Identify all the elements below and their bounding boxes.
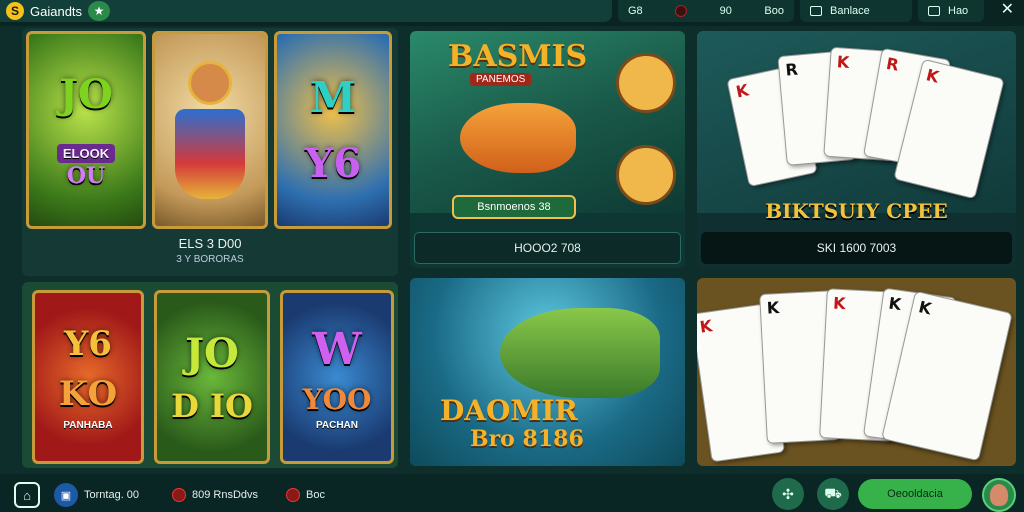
genie-body-icon — [175, 109, 245, 199]
fish-top-bar[interactable]: HOOO2 708 — [414, 232, 681, 264]
slots-top-caption: ELS 3 D00 — [178, 236, 242, 251]
item-2[interactable]: 809 RnsDdvs — [172, 488, 258, 502]
tile-sub: YOO — [302, 382, 372, 416]
fish-play-button[interactable]: Bsnmoenos 38 — [452, 195, 576, 219]
cards-top-title: BIKTSUIY CPEE — [765, 199, 948, 223]
item-3[interactable]: Boc — [286, 488, 325, 502]
settings-icon[interactable]: ✣ — [772, 478, 804, 510]
tile-label: PANHABA — [63, 419, 113, 431]
close-icon[interactable]: ✕ — [1001, 0, 1014, 20]
tile-title: JO — [59, 71, 113, 118]
ball-icon — [616, 53, 676, 113]
item-2-label: 809 RnsDdvs — [192, 489, 259, 501]
badge-icon — [286, 488, 300, 502]
home-label: Hao — [948, 5, 969, 17]
fish-game-bottom[interactable]: DAOMIR Bro 8186 — [410, 278, 685, 466]
cards-game-bottom[interactable]: K K K K K — [697, 278, 1016, 466]
avatar[interactable] — [982, 478, 1016, 512]
tile-sub: OU — [66, 163, 106, 189]
tile-title: JO — [185, 329, 239, 377]
cards-scene: K R K R K BIKTSUIY CPEE — [697, 31, 1016, 223]
user-label: Torntag. 00 — [84, 489, 140, 501]
tile-label: ELOOK — [56, 144, 116, 163]
fish-top-subtitle: PANEMOS — [470, 73, 532, 86]
slots-top-panel: JO ELOOK OU M Y6 ELS 3 D00 3 Y BORORAS — [22, 28, 398, 276]
fish-icon — [500, 308, 660, 398]
user-item[interactable]: ▣ Torntag. 00 — [54, 483, 139, 507]
user-icon: ▣ — [54, 483, 78, 507]
pill-mid-text: 90 — [719, 5, 732, 17]
pill-right-text: Boo — [764, 5, 784, 17]
pill-left-text: G8 — [628, 5, 643, 17]
balance-label: Banlace — [830, 5, 870, 17]
fish-bottom-subtitle: Bro 8186 — [470, 426, 584, 452]
fish-scene: BASMIS PANEMOS Bsnmoenos 38 — [410, 31, 685, 219]
cart-icon[interactable]: ⛟ — [817, 478, 849, 510]
item-3-label: Boc — [306, 489, 325, 501]
coin-icon — [675, 5, 688, 17]
tile-title: W — [312, 323, 362, 375]
tile-sub: Y6 — [304, 140, 362, 187]
favorite-star-icon[interactable]: ★ — [88, 1, 111, 21]
slot-tile-genie[interactable] — [152, 31, 268, 229]
fish-bottom-title: DAOMIR — [440, 394, 578, 427]
avatar-face-icon — [990, 484, 1008, 506]
fish-game-top[interactable]: BASMIS PANEMOS Bsnmoenos 38 HOOO2 708 — [410, 31, 685, 268]
slot-tile-w[interactable]: W YOO PACHAN — [280, 290, 394, 464]
cards-game-top[interactable]: K R K R K BIKTSUIY CPEE SKI 1600 7003 — [697, 31, 1016, 268]
fish-icon — [460, 103, 576, 173]
home-icon[interactable]: ⌂ — [14, 482, 40, 508]
slot-tile-m[interactable]: M Y6 — [274, 31, 392, 229]
ball-icon — [616, 145, 676, 205]
genie-head-icon — [188, 61, 232, 105]
badge-icon — [172, 488, 186, 502]
brand-bar: S Gaiandts ★ — [0, 0, 612, 22]
balance-button[interactable]: Banlace — [800, 0, 912, 22]
slot-tile-jo2[interactable]: JO D IO — [154, 290, 270, 464]
tile-label: PACHAN — [315, 419, 359, 431]
tile-sub: D IO — [171, 386, 253, 425]
slot-tile-jo[interactable]: JO ELOOK OU — [26, 31, 146, 229]
camera-icon — [928, 6, 940, 16]
home-button[interactable]: Hao — [918, 0, 984, 22]
tile-sub: KO — [58, 373, 118, 414]
slot-tile-y6[interactable]: Y6 KO PANHABA — [32, 290, 144, 464]
cards-top-bar[interactable]: SKI 1600 7003 — [701, 232, 1012, 264]
brand-name[interactable]: Gaiandts — [30, 4, 82, 19]
fish-top-title: BASMIS — [448, 39, 588, 74]
slots-top-subcaption: 3 Y BORORAS — [176, 254, 244, 265]
wallet-icon — [810, 6, 822, 16]
slots-bottom-panel: Y6 KO PANHABA JO D IO W YOO PACHAN — [22, 282, 398, 468]
top-bar: S Gaiandts ★ G8 90 Boo Banlace Hao ✕ — [0, 0, 1024, 26]
balance-pill[interactable]: G8 90 Boo — [618, 0, 794, 22]
tile-title: M — [309, 73, 357, 122]
brand-logo-icon[interactable]: S — [6, 2, 24, 20]
tile-title: Y6 — [64, 323, 112, 364]
cta-button[interactable]: Oeooldacia — [858, 479, 972, 509]
